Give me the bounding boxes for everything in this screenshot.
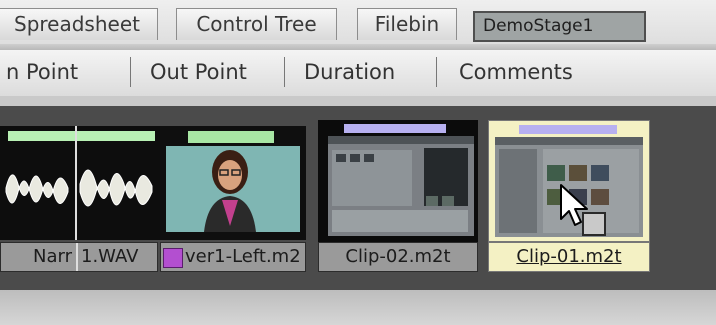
audio-track-bar (8, 131, 155, 141)
clip-01-thumbnail (488, 120, 650, 242)
video-track-bar (344, 124, 446, 133)
clip-badge-icon (163, 248, 183, 268)
clip-audio-label: Narr 1.WAV (0, 242, 158, 272)
tab-control-tree-label: Control Tree (196, 12, 317, 36)
playhead-marker (76, 243, 78, 271)
tab-control-tree[interactable]: Control Tree (176, 8, 337, 40)
stage-name-field[interactable]: DemoStage1 (473, 11, 646, 42)
column-out-point[interactable]: Out Point (150, 50, 247, 96)
tab-bar: Spreadsheet Control Tree Filebin DemoSta… (0, 0, 716, 50)
column-divider[interactable] (130, 57, 131, 87)
clip-01-name: Clip-01.m2t (516, 246, 622, 267)
clip-presenter-name: ver1-Left.m2 (185, 246, 301, 267)
waveform-graphic (5, 126, 155, 240)
audio-waveform-thumbnail (0, 126, 160, 240)
presenter-thumbnail (160, 126, 306, 240)
tab-spreadsheet[interactable]: Spreadsheet (0, 8, 158, 40)
video-track-bar (188, 131, 274, 143)
clip-audio-name-left: Narr (33, 246, 72, 267)
clip-01-selected[interactable]: Clip-01.m2t (488, 120, 650, 272)
column-comments[interactable]: Comments (459, 50, 573, 96)
column-header-row: n Point Out Point Duration Comments (0, 50, 716, 97)
video-track-bar (519, 125, 617, 134)
column-divider[interactable] (436, 57, 437, 87)
clip-02[interactable]: Clip-02.m2t (318, 120, 478, 272)
mouse-cursor-icon (560, 184, 606, 236)
column-divider[interactable] (284, 57, 285, 87)
header-footer-strip (0, 96, 716, 106)
presenter-image (160, 126, 306, 240)
column-in-point[interactable]: n Point (6, 50, 78, 96)
clip-presenter-video[interactable]: ver1-Left.m2 (158, 120, 308, 272)
bottom-panel (0, 290, 716, 325)
clip-02-thumbnail (318, 120, 478, 242)
clip-02-name: Clip-02.m2t (345, 246, 451, 267)
tab-filebin[interactable]: Filebin (357, 8, 457, 40)
column-duration[interactable]: Duration (304, 50, 395, 96)
clip-02-label: Clip-02.m2t (318, 242, 478, 272)
clip-audio-wav[interactable]: Narr 1.WAV (0, 120, 160, 272)
filebin-clip-area[interactable]: Narr 1.WAV ver1-Left.m2 Clip-02.m2t Clip… (0, 106, 716, 290)
clip-presenter-label: ver1-Left.m2 (160, 242, 306, 272)
clip-01-label: Clip-01.m2t (488, 242, 650, 272)
clip-audio-name-right: 1.WAV (81, 246, 139, 267)
tab-spreadsheet-label: Spreadsheet (14, 12, 140, 36)
tab-filebin-label: Filebin (374, 12, 440, 36)
screen-capture-image (328, 124, 474, 236)
